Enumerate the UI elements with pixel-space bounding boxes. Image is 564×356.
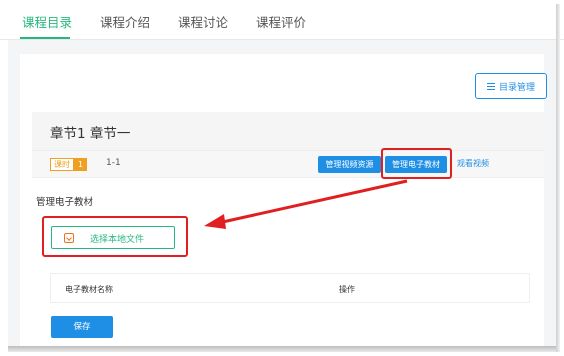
frame-shadow-bottom <box>8 346 556 352</box>
catalog-panel: 目录管理 章节1 章节一 课时 1 1-1 管理视频资源 管理电子教材 观看视频… <box>20 54 547 346</box>
tab-course-review[interactable]: 课程评价 <box>256 12 306 31</box>
chapter-header: 章节1 章节一 <box>32 112 544 150</box>
chapter-title: 章节1 章节一 <box>50 126 131 142</box>
table-header-name: 电子教材名称 <box>65 285 113 294</box>
tab-course-discussion[interactable]: 课程讨论 <box>178 12 228 31</box>
save-button[interactable]: 保存 <box>51 316 113 338</box>
lesson-count-badge: 1 <box>74 158 87 171</box>
content-area: 目录管理 章节1 章节一 课时 1 1-1 管理视频资源 管理电子教材 观看视频… <box>8 40 556 346</box>
catalog-manage-button[interactable]: 目录管理 <box>475 73 547 99</box>
lesson-name: 1-1 <box>106 158 121 168</box>
view-video-link[interactable]: 观看视频 <box>457 158 489 169</box>
frame-shadow-right <box>556 4 560 352</box>
course-tabs: 课程目录 课程介绍 课程讨论 课程评价 <box>0 0 564 40</box>
tab-course-intro[interactable]: 课程介绍 <box>100 12 150 31</box>
highlight-box-choose-file <box>42 216 188 257</box>
manage-video-button[interactable]: 管理视频资源 <box>318 156 381 173</box>
app-frame: 课程目录 课程介绍 课程讨论 课程评价 目录管理 章节1 章节一 课时 1 1-… <box>0 0 564 356</box>
catalog-manage-label: 目录管理 <box>498 82 535 93</box>
lesson-badge: 课时 <box>50 158 74 171</box>
active-tab-indicator <box>20 37 70 39</box>
highlight-box-manage-ebook <box>381 148 452 179</box>
list-icon <box>486 82 495 90</box>
ebook-table: 电子教材名称 操作 <box>50 273 530 303</box>
table-header-action: 操作 <box>339 285 355 294</box>
tab-course-catalog[interactable]: 课程目录 <box>22 12 72 31</box>
ebook-section-title: 管理电子教材 <box>36 197 94 208</box>
lesson-row: 课时 1 1-1 管理视频资源 管理电子教材 观看视频 <box>32 148 544 179</box>
